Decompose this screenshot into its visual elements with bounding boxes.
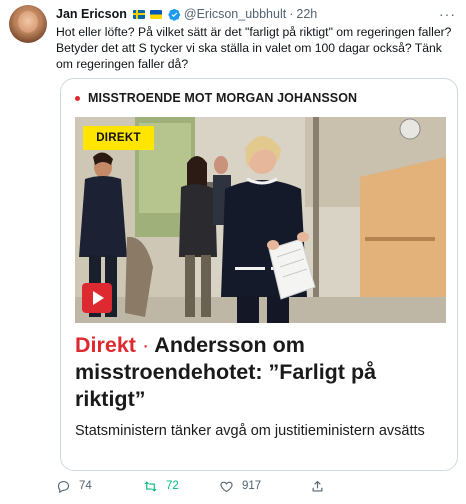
link-preview-card[interactable]: MISSTROENDE MOT MORGAN JOHANSSON DIREKT … bbox=[60, 78, 458, 471]
direkt-badge: DIREKT bbox=[83, 126, 154, 150]
reply-icon bbox=[57, 480, 70, 493]
ellipsis-icon[interactable]: ··· bbox=[439, 6, 456, 22]
like-button[interactable]: 917 bbox=[219, 479, 261, 494]
share-icon bbox=[312, 480, 323, 491]
verified-badge-icon bbox=[168, 8, 181, 21]
retweet-icon bbox=[144, 480, 157, 492]
play-icon[interactable] bbox=[82, 283, 112, 313]
card-section-label: MISSTROENDE MOT MORGAN JOHANSSON bbox=[75, 89, 357, 107]
tweet-header: Jan Ericson @Ericson_ubbhult · 22h bbox=[56, 6, 317, 22]
card-image[interactable]: DIREKT bbox=[75, 117, 446, 323]
share-button[interactable] bbox=[310, 479, 325, 494]
retweet-count: 72 bbox=[166, 480, 179, 492]
tweet-text: Hot eller löfte? På vilket sätt är det "… bbox=[56, 25, 452, 71]
like-count: 917 bbox=[242, 480, 262, 492]
card-headline[interactable]: Direkt · Andersson om misstroendehotet: … bbox=[75, 332, 445, 413]
sweden-flag-icon bbox=[132, 9, 145, 19]
reply-count: 74 bbox=[79, 480, 92, 492]
live-dot-icon bbox=[75, 95, 80, 101]
tweet-timestamp[interactable]: 22h bbox=[296, 7, 317, 21]
card-subtitle: Statsministern tänker avgå om justitiemi… bbox=[75, 423, 425, 439]
card-label-text: MISSTROENDE MOT MORGAN JOHANSSON bbox=[88, 91, 358, 105]
ukraine-flag-icon bbox=[149, 9, 162, 19]
author-handle[interactable]: @Ericson_ubbhult bbox=[184, 7, 286, 21]
retweet-button[interactable]: 72 bbox=[143, 479, 179, 494]
heart-icon bbox=[220, 481, 233, 492]
headline-separator: · bbox=[141, 333, 150, 357]
headline-kicker: Direkt bbox=[75, 333, 136, 357]
reply-button[interactable]: 74 bbox=[56, 479, 92, 494]
header-separator: · bbox=[289, 7, 294, 21]
tweet[interactable]: Jan Ericson @Ericson_ubbhult · 22h ··· H… bbox=[0, 0, 466, 504]
avatar[interactable] bbox=[9, 5, 47, 43]
author-name[interactable]: Jan Ericson bbox=[56, 7, 127, 21]
